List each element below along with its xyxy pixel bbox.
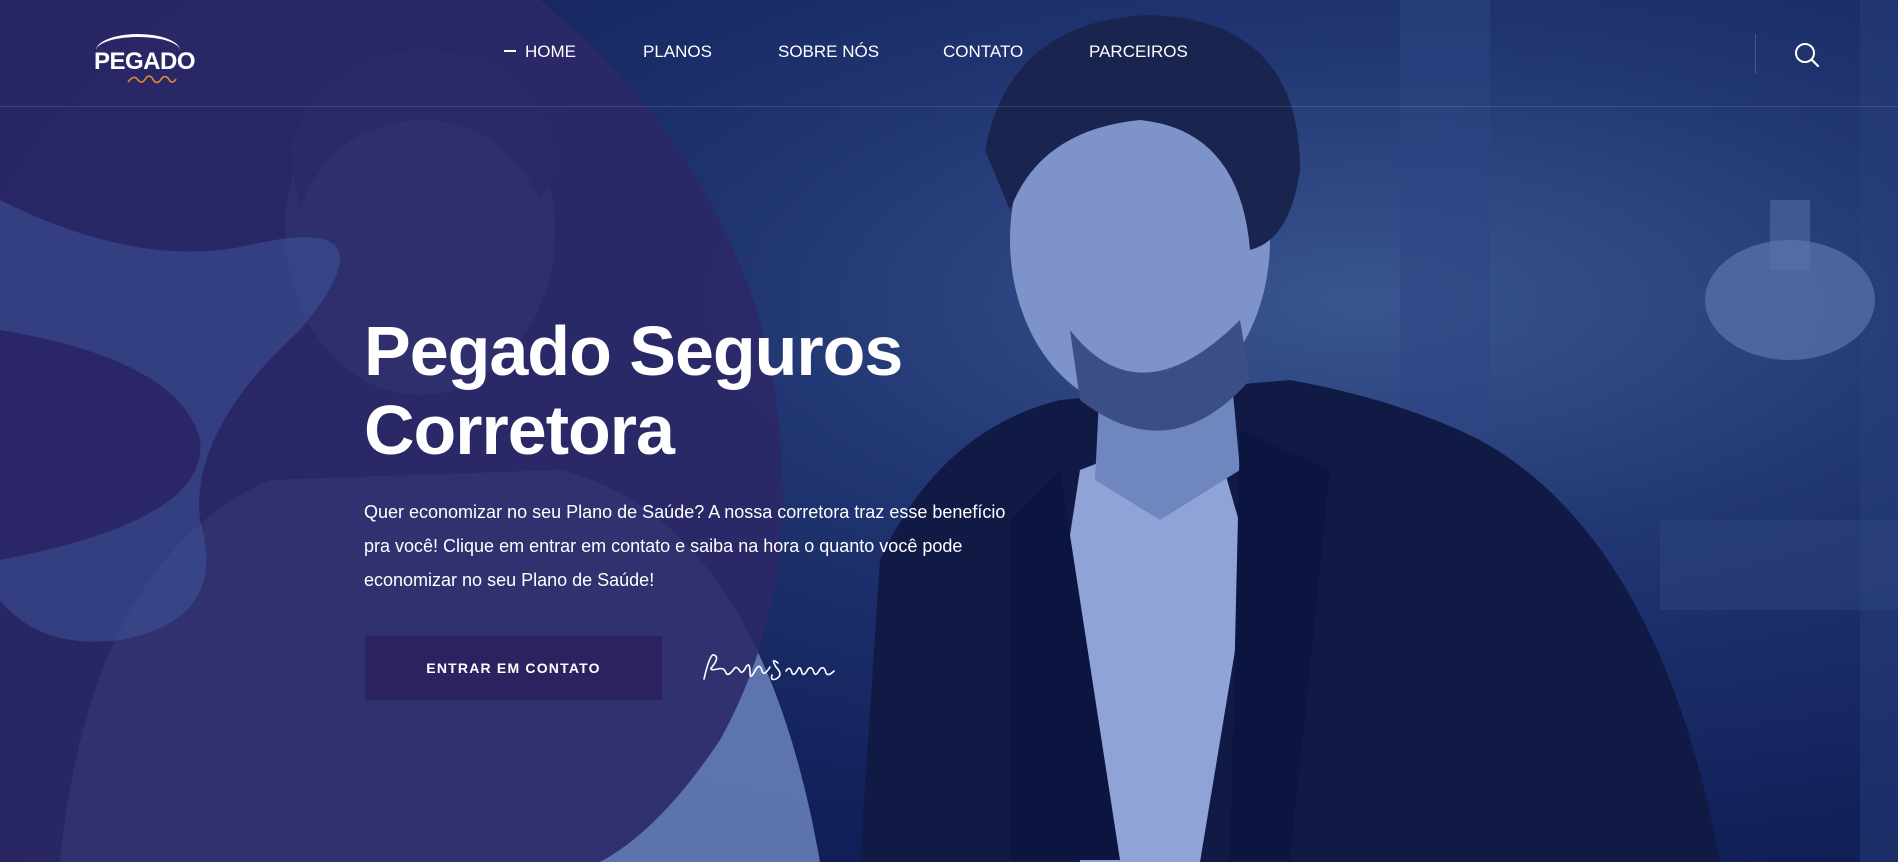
- logo-script-mark: [127, 75, 177, 84]
- search-icon: [1795, 43, 1820, 68]
- nav-label-contato: CONTATO: [943, 42, 1024, 61]
- contact-cta-button[interactable]: ENTRAR EM CONTATO: [365, 636, 662, 700]
- nav-label-planos: PLANOS: [643, 42, 712, 61]
- active-indicator: [504, 49, 516, 52]
- nav-label-parceiros: PARCEIROS: [1089, 42, 1188, 61]
- search-button[interactable]: [1792, 40, 1822, 70]
- nav-item-sobre-nos[interactable]: SOBRE NÓS: [778, 42, 879, 62]
- nav-item-planos[interactable]: PLANOS: [643, 42, 712, 62]
- nav-label-sobre-nos: SOBRE NÓS: [778, 42, 880, 61]
- nav-item-home[interactable]: HOME: [504, 42, 576, 62]
- hero-title-line2: Corretora: [364, 391, 675, 469]
- nav-item-parceiros[interactable]: PARCEIROS: [1089, 42, 1188, 62]
- hero-section: PEGADO HOME PLANOS SOBRE NÓS CONTATO PAR…: [0, 0, 1898, 862]
- site-header: PEGADO HOME PLANOS SOBRE NÓS CONTATO PAR…: [0, 0, 1898, 107]
- hero-decorative-shape: [0, 0, 783, 862]
- nav-item-contato[interactable]: CONTATO: [943, 42, 1023, 62]
- hero-description: Quer economizar no seu Plano de Saúde? A…: [364, 502, 1006, 590]
- hero-title-line1: Pegado Seguros: [364, 312, 903, 390]
- brand-logo[interactable]: PEGADO: [90, 30, 196, 92]
- signature-logo: [703, 654, 835, 681]
- hero-title: Pegado Seguros Corretora: [364, 312, 903, 470]
- header-divider: [1755, 34, 1756, 74]
- nav-label-home: HOME: [525, 42, 576, 61]
